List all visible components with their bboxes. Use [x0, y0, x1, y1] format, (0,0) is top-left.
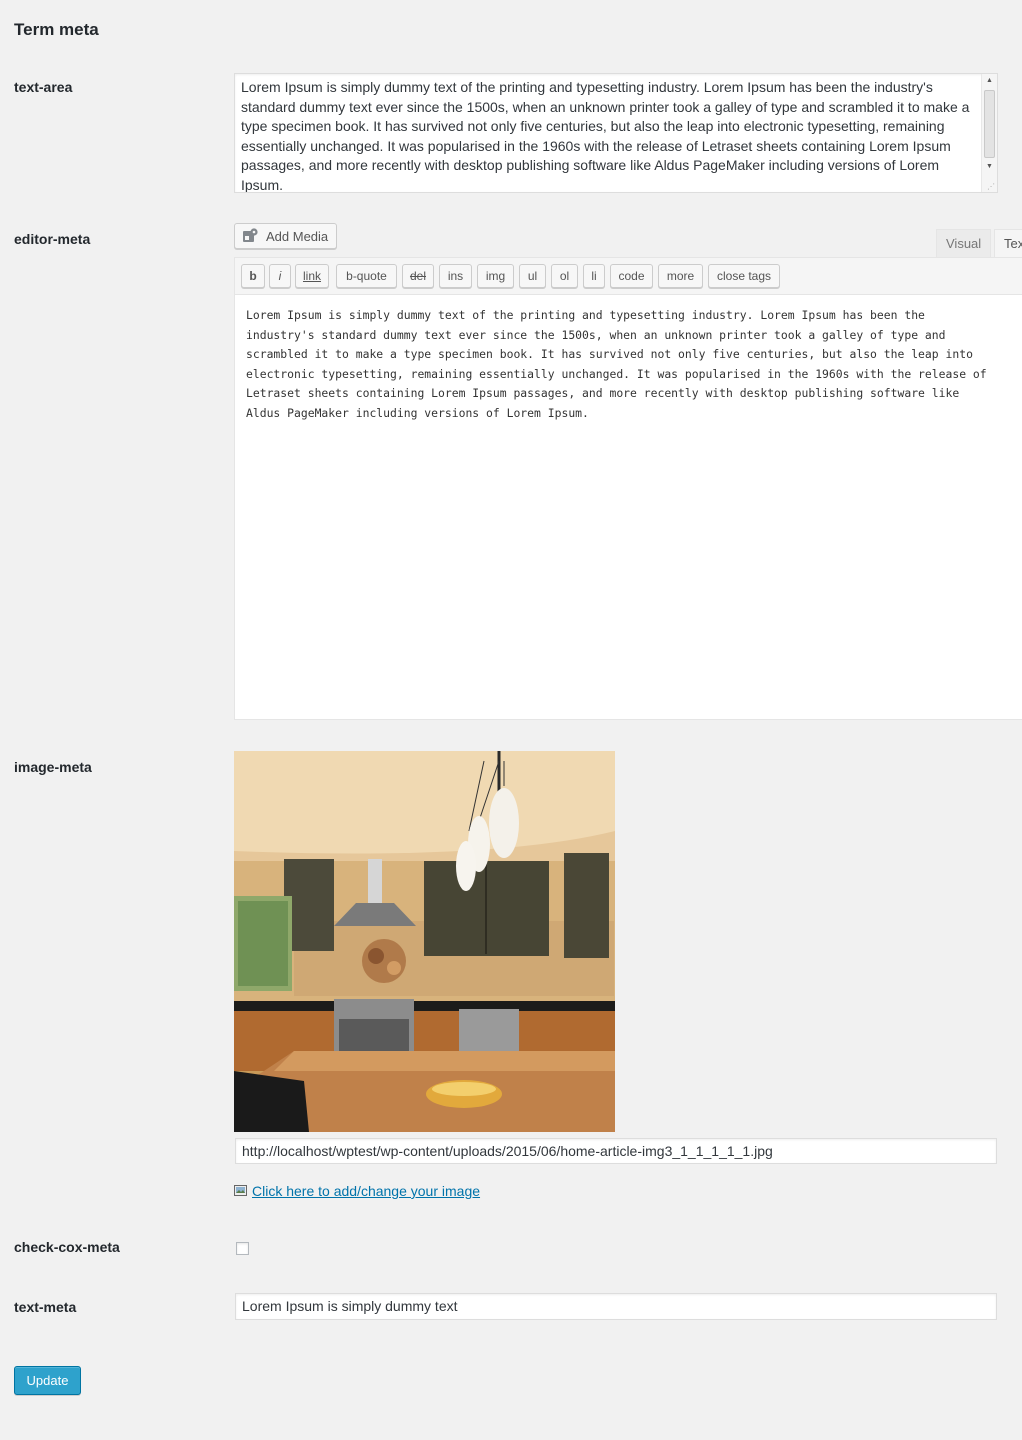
qt-blockquote-button[interactable]: b-quote: [336, 264, 397, 288]
text-area-field[interactable]: Lorem Ipsum is simply dummy text of the …: [234, 73, 998, 193]
check-cox-meta-checkbox[interactable]: [236, 1242, 249, 1255]
scroll-thumb[interactable]: [984, 90, 995, 158]
qt-close-tags-button[interactable]: close tags: [708, 264, 780, 288]
image-url-input[interactable]: http://localhost/wptest/wp-content/uploa…: [235, 1138, 997, 1164]
media-icon: [242, 228, 260, 244]
resize-grip-icon[interactable]: ⋰: [987, 182, 995, 191]
page-title: Term meta: [14, 20, 99, 39]
qt-italic-button[interactable]: i: [269, 264, 291, 288]
add-media-button[interactable]: Add Media: [234, 223, 338, 249]
scroll-up-icon[interactable]: ▲: [982, 74, 997, 88]
tab-text[interactable]: Text: [994, 229, 1022, 257]
qt-link-button[interactable]: link: [295, 264, 329, 288]
scroll-down-icon[interactable]: ▼: [982, 160, 997, 174]
image-preview: [234, 751, 615, 1132]
editor-content: Lorem Ipsum is simply dummy text of the …: [246, 308, 987, 420]
qt-li-button[interactable]: li: [583, 264, 605, 288]
add-change-image-link[interactable]: Click here to add/change your image: [252, 1183, 480, 1199]
image-icon: [234, 1183, 247, 1199]
qt-del-button[interactable]: del: [402, 264, 434, 288]
qt-ol-button[interactable]: ol: [551, 264, 578, 288]
quicktags-toolbar: b i link b-quote del ins img ul ol li co…: [234, 257, 1022, 295]
check-cox-meta-label: check-cox-meta: [14, 1239, 120, 1255]
update-button[interactable]: Update: [14, 1366, 81, 1395]
qt-ins-button[interactable]: ins: [439, 264, 472, 288]
text-meta-label: text-meta: [14, 1299, 77, 1315]
text-meta-input[interactable]: Lorem Ipsum is simply dummy text: [235, 1293, 997, 1320]
qt-ul-button[interactable]: ul: [519, 264, 546, 288]
qt-code-button[interactable]: code: [610, 264, 653, 288]
tab-visual[interactable]: Visual: [936, 229, 992, 257]
qt-bold-button[interactable]: b: [241, 264, 265, 288]
add-media-label: Add Media: [266, 228, 329, 244]
text-area-label: text-area: [14, 79, 73, 95]
image-meta-label: image-meta: [14, 759, 92, 775]
qt-more-button[interactable]: more: [658, 264, 703, 288]
image-change-link-row: Click here to add/change your image: [234, 1183, 480, 1199]
text-area-value: Lorem Ipsum is simply dummy text of the …: [241, 79, 970, 193]
text-area-scrollbar[interactable]: ▲ ▼: [981, 74, 997, 192]
editor-meta-label: editor-meta: [14, 231, 91, 247]
editor-textarea[interactable]: Lorem Ipsum is simply dummy text of the …: [234, 294, 1022, 720]
qt-img-button[interactable]: img: [477, 264, 514, 288]
